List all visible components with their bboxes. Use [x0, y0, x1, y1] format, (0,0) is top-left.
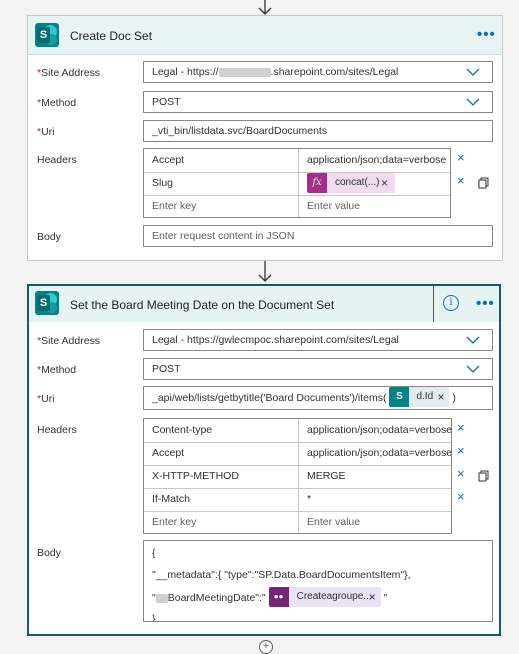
header-value-input[interactable]: Enter value: [307, 511, 360, 533]
header-key[interactable]: Content-type: [152, 419, 212, 441]
headers-label: Headers: [37, 154, 77, 166]
remove-header-icon[interactable]: ×: [457, 151, 465, 164]
body-line: " BoardMeetingDate":" ●● Createagroupe...…: [152, 587, 492, 608]
sharepoint-icon: S: [35, 291, 59, 315]
headers-label: Headers: [37, 424, 77, 436]
remove-header-icon[interactable]: ×: [457, 174, 465, 187]
method-label: *Method: [37, 97, 77, 109]
chevron-down-icon: [466, 68, 480, 76]
sharepoint-icon: S: [389, 387, 410, 408]
action-title: Create Doc Set: [70, 29, 153, 43]
header-key[interactable]: Accept: [152, 442, 184, 464]
chevron-down-icon: [466, 98, 480, 106]
body-label: Body: [37, 547, 61, 559]
flow-arrow-middle: [258, 261, 272, 282]
header-row: X-HTTP-METHOD MERGE: [144, 465, 451, 489]
remove-header-icon[interactable]: ×: [457, 421, 465, 434]
concat-expression-token[interactable]: fx concat(...) ×: [307, 173, 395, 193]
method-dropdown[interactable]: POST: [143, 358, 493, 380]
uri-input[interactable]: _vti_bin/listdata.svc/BoardDocuments: [143, 120, 493, 142]
header-value-input[interactable]: Enter value: [307, 195, 360, 217]
set-board-meeting-date-action-card[interactable]: S Set the Board Meeting Date on the Docu…: [27, 284, 501, 636]
header-key[interactable]: X-HTTP-METHOD: [152, 465, 239, 487]
more-options-button[interactable]: •••: [477, 26, 496, 43]
group-icon: ●●: [268, 587, 289, 608]
header-key[interactable]: Accept: [152, 149, 184, 171]
more-options-button[interactable]: •••: [476, 295, 495, 312]
site-address-dropdown[interactable]: Legal - https://.sharepoint.com/sites/Le…: [143, 61, 493, 83]
create-doc-set-action-card[interactable]: S Create Doc Set ••• *Site Address Legal…: [27, 15, 503, 261]
copy-icon[interactable]: [478, 470, 490, 482]
body-label: Body: [37, 231, 61, 243]
function-icon: fx: [307, 173, 327, 193]
body-input[interactable]: { "__metadata":{ "type":"SP.Data.BoardDo…: [143, 540, 493, 622]
site-address-label: *Site Address: [37, 67, 101, 79]
header-value[interactable]: *: [307, 488, 311, 510]
body-line: {: [152, 547, 156, 559]
headers-table: Content-type application/json;odata=verb…: [143, 418, 452, 534]
header-value[interactable]: application/json;odata=verbose: [307, 419, 452, 441]
info-icon[interactable]: i: [443, 295, 459, 311]
header-row: If-Match *: [144, 488, 451, 512]
body-input[interactable]: Enter request content in JSON: [143, 225, 493, 247]
body-line: }: [152, 613, 156, 622]
remove-token-icon[interactable]: ×: [369, 587, 376, 607]
header-key[interactable]: Slug: [152, 172, 173, 194]
method-dropdown[interactable]: POST: [143, 91, 493, 113]
header-key-input[interactable]: Enter key: [152, 195, 196, 217]
redacted-text: [155, 593, 168, 603]
headers-table: Accept application/json;data=verbose Slu…: [143, 148, 451, 218]
uri-label: *Uri: [37, 126, 55, 138]
chevron-down-icon: [466, 336, 480, 344]
remove-token-icon[interactable]: ×: [381, 173, 388, 193]
header-row: Content-type application/json;odata=verb…: [144, 419, 452, 443]
header-row-empty: Enter key Enter value: [144, 511, 451, 534]
header-row-empty: Enter key Enter value: [144, 195, 450, 218]
header-value[interactable]: application/json;data=verbose: [307, 149, 446, 171]
uri-label: *Uri: [37, 393, 55, 405]
header-key-input[interactable]: Enter key: [152, 511, 196, 533]
remove-header-icon[interactable]: ×: [457, 444, 465, 457]
sharepoint-icon: S: [35, 23, 59, 47]
item-id-token[interactable]: S d.Id ×: [389, 387, 450, 408]
header-value[interactable]: application/json;odata=verbose: [307, 442, 452, 464]
chevron-down-icon: [466, 365, 480, 373]
header-row: Slug fx concat(...) ×: [144, 172, 450, 196]
site-address-label: *Site Address: [37, 335, 101, 347]
redacted-text: [218, 67, 271, 77]
header-row: Accept application/json;odata=verbose: [144, 442, 452, 466]
remove-token-icon[interactable]: ×: [437, 387, 444, 407]
body-line: "__metadata":{ "type":"SP.Data.BoardDocu…: [152, 569, 411, 581]
method-label: *Method: [37, 364, 77, 376]
action-header[interactable]: S Create Doc Set •••: [28, 16, 502, 55]
header-value[interactable]: MERGE: [307, 465, 346, 487]
action-title: Set the Board Meeting Date on the Docume…: [70, 298, 335, 312]
site-address-dropdown[interactable]: Legal - https://gwlecmpoc.sharepoint.com…: [143, 329, 493, 351]
add-step-icon[interactable]: +: [259, 640, 273, 654]
remove-header-icon[interactable]: ×: [457, 467, 465, 480]
copy-icon[interactable]: [478, 177, 490, 189]
action-header[interactable]: S Set the Board Meeting Date on the Docu…: [29, 286, 499, 322]
uri-input[interactable]: _api/web/lists/getbytitle('Board Documen…: [143, 386, 493, 410]
header-key[interactable]: If-Match: [152, 488, 190, 510]
header-row: Accept application/json;data=verbose: [144, 149, 450, 173]
createagroup-token[interactable]: ●● Createagroupe... ×: [268, 587, 381, 608]
flow-arrow-top: [258, 0, 272, 15]
remove-header-icon[interactable]: ×: [457, 490, 465, 503]
